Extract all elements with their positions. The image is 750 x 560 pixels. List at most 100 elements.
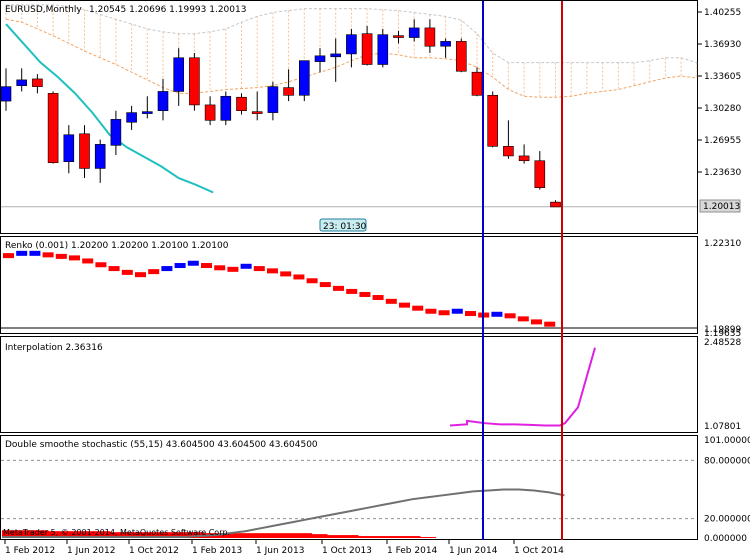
x-axis-label: 1 Oct 2014 [514, 546, 564, 556]
bear-candle [424, 27, 436, 47]
renko-brick-up [161, 266, 173, 272]
renko-brick-down [69, 255, 80, 261]
renko-brick-down [531, 319, 542, 325]
interpolation-panel[interactable] [0, 336, 698, 433]
bear-candle [189, 57, 200, 106]
symbol-title: EURUSD,Monthly [5, 5, 82, 15]
renko-brick-down [504, 313, 516, 319]
ohlc-values: 1.20545 1.20696 1.19993 1.20013 [89, 5, 246, 15]
renko-brick-up [451, 308, 463, 314]
stochastic-label: Double smoothe stochastic (55,15) 43.604… [5, 440, 318, 450]
interp-axis-label: 2.48528 [704, 338, 741, 348]
stoch-fill-bar [358, 536, 374, 538]
bear-candle [361, 33, 373, 65]
renko-brick-down [293, 274, 305, 280]
renko-brick-down [333, 285, 344, 291]
stoch-axis-label: 0.000000 [704, 534, 747, 544]
stoch-fill-bar [389, 536, 405, 538]
renko-brick-down [95, 262, 107, 268]
stoch-fill-bar [296, 533, 312, 538]
x-axis-label: 1 Jun 2014 [449, 546, 498, 556]
renko-brick-down [372, 295, 384, 301]
renko-brick-down [3, 253, 14, 259]
bear-candle [550, 201, 561, 208]
bear-candle [32, 78, 43, 87]
renko-brick-down [55, 253, 67, 259]
stoch-axis-label: 101.000000 [704, 436, 750, 446]
renko-brick-up [491, 311, 503, 317]
bear-candle [471, 71, 483, 96]
stoch-fill-bar [327, 535, 343, 538]
bear-candle [487, 94, 499, 147]
x-axis-label: 1 Oct 2012 [129, 546, 179, 556]
renko-brick-up [16, 250, 28, 256]
renko-brick-down [517, 316, 529, 322]
bear-candle [393, 35, 404, 38]
price-axis-label: 1.36930 [704, 40, 741, 50]
interpolation-label: Interpolation 2.36316 [5, 343, 103, 353]
bull-candle [110, 119, 122, 146]
bull-candle [142, 111, 153, 114]
stoch-fill-bar [405, 536, 421, 538]
x-axis-label: 1 Feb 2013 [192, 546, 242, 556]
bull-candle [408, 27, 420, 38]
bull-candle [63, 134, 75, 163]
bull-candle [330, 53, 342, 58]
stoch-fill-bar [374, 536, 390, 538]
bull-candle [0, 86, 12, 102]
bear-candle [518, 155, 530, 162]
axis-layer: 1 Feb 2012 1 Jun 2012 1 Oct 2012 1 Feb 2013… [4, 540, 564, 556]
bear-candle [236, 96, 247, 111]
bull-candle [94, 144, 106, 169]
renko-brick-down [82, 258, 94, 264]
bull-candle [346, 34, 357, 55]
stoch-fill-bar [265, 533, 281, 538]
renko-brick-down [359, 291, 371, 297]
stoch-fill-bar [420, 537, 436, 538]
price-axis-label: 1.33605 [704, 72, 741, 82]
renko-brick-down [108, 266, 120, 272]
renko-brick-down [253, 266, 265, 272]
renko-brick-down [319, 282, 331, 288]
bear-candle [204, 104, 216, 121]
price-axis-label: 1.23630 [704, 168, 741, 178]
x-axis-label: 1 Oct 2013 [322, 546, 372, 556]
x-axis-label: 1 Feb 2012 [5, 546, 55, 556]
bull-candle [440, 41, 451, 47]
renko-brick-up [240, 263, 252, 269]
renko-brick-down [438, 310, 450, 316]
renko-brick-down [42, 252, 54, 258]
stoch-fill-bar [234, 533, 250, 538]
renko-brick-down [412, 305, 424, 311]
stoch-axis-label: 20.000000 [704, 515, 750, 525]
renko-brick-down [346, 288, 358, 294]
renko-brick-down [425, 308, 437, 314]
renko-brick-down [385, 298, 397, 304]
x-axis-label: 1 Jun 2013 [256, 546, 304, 556]
bull-candle [298, 60, 310, 96]
renko-brick-down [148, 269, 160, 275]
renko-brick-up [174, 263, 186, 269]
renko-brick-down [214, 265, 226, 271]
bull-candle [377, 34, 389, 65]
stoch-fill-bar [312, 534, 328, 538]
x-axis-label: 1 Feb 2014 [387, 546, 438, 556]
renko-brick-down [267, 268, 278, 274]
trading-chart[interactable]: 1.40255 1.36930 1.33605 1.30280 1.26955 1.236… [0, 0, 750, 560]
watermark: MetaTrader 5, © 2001-2014, MetaQuotes So… [3, 528, 230, 537]
stoch-fill-bar [343, 535, 359, 538]
x-axis-label: 1 Jun 2012 [67, 546, 115, 556]
bull-candle [220, 95, 232, 121]
bull-candle [126, 112, 137, 123]
renko-panel[interactable] [0, 236, 698, 334]
last-price-label: 1.20013 [703, 202, 740, 212]
stoch-fill-bar [250, 533, 266, 538]
renko-brick-up [29, 250, 41, 256]
renko-brick-down [306, 278, 318, 284]
renko-brick-down [121, 269, 133, 275]
renko-brick-down [399, 302, 410, 308]
renko-brick-down [465, 311, 476, 317]
price-axis-label: 1.40255 [704, 8, 741, 18]
stochastic-panel[interactable] [0, 435, 698, 540]
renko-brick-up [187, 260, 199, 266]
